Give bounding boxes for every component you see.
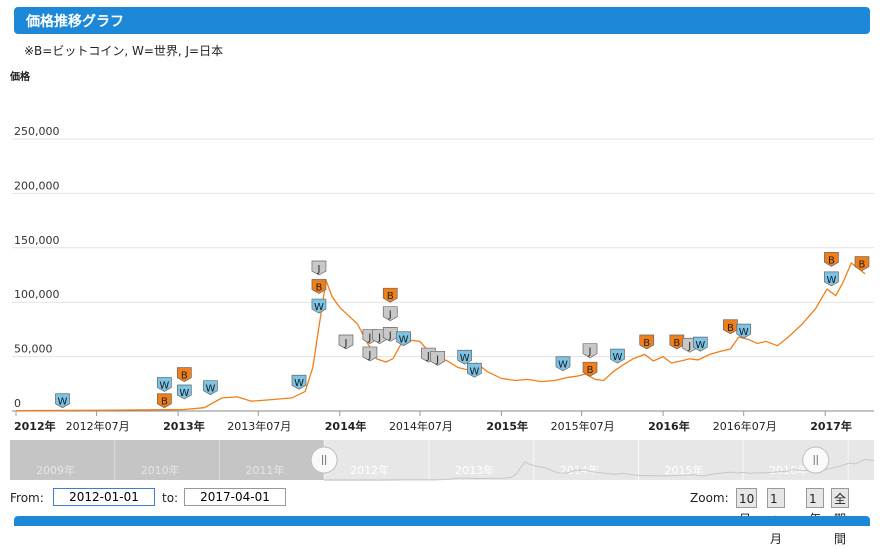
event-flag-label: J (435, 354, 439, 365)
event-flag-label: W (179, 388, 189, 399)
event-flag-label: B (859, 260, 866, 271)
event-flag-label: W (469, 366, 479, 377)
event-flag-label: B (161, 397, 168, 408)
event-flag-label: J (343, 338, 347, 349)
event-flag-label: B (181, 371, 188, 382)
from-label: From: (10, 491, 44, 505)
navigator-mask (10, 440, 325, 480)
event-flag-label: W (399, 335, 409, 346)
event-flag-label: W (314, 302, 324, 313)
event-flag-label: J (687, 341, 691, 352)
event-flag-label: J (377, 333, 381, 344)
x-tick-label: 2012年 (14, 419, 56, 433)
event-flag-label: W (695, 340, 705, 351)
event-flag-label: W (826, 275, 836, 286)
event-flag-label: B (828, 255, 835, 266)
x-tick-label: 2016年07月 (713, 419, 777, 433)
event-flag-label: B (316, 282, 323, 293)
x-tick-label: 2017年 (810, 419, 852, 433)
x-tick-label: 2013年 (163, 419, 205, 433)
zoom-10d-button[interactable]: 10日 (736, 488, 758, 526)
zoom-1m-button[interactable]: 1ヶ月 (767, 488, 785, 546)
event-flag-label: W (294, 378, 304, 389)
navigator-handle[interactable] (310, 446, 338, 474)
from-date-input[interactable] (53, 488, 155, 506)
y-tick-label: 50,000 (14, 343, 53, 356)
y-tick-label: 200,000 (14, 179, 60, 192)
x-tick-label: 2016年 (648, 419, 690, 433)
event-flag-label: J (316, 264, 320, 275)
x-tick-label: 2014年07月 (389, 419, 453, 433)
zoom-all-button[interactable]: 全期間 (831, 488, 850, 546)
to-date-input[interactable] (184, 488, 286, 506)
price-chart[interactable]: 0 50,000 100,000 150,000 200,000 250,000 2012年… (0, 0, 891, 523)
event-flag-label: B (673, 338, 680, 349)
event-flag-label: J (426, 351, 430, 362)
event-flag-label: B (727, 323, 734, 334)
next-panel-header (14, 516, 870, 526)
y-tick-label: 150,000 (14, 234, 60, 247)
event-flag-label: W (460, 353, 470, 364)
x-tick-label: 2014年 (325, 419, 367, 433)
event-flag-label: B (643, 338, 650, 349)
event-flag-label: J (388, 330, 392, 341)
y-tick-label: 0 (14, 397, 21, 410)
x-tick-label: 2013年07月 (227, 419, 291, 433)
navigator-year-label: 2017年 (874, 463, 891, 477)
event-flag-label: W (205, 384, 215, 395)
zoom-label: Zoom: (690, 491, 729, 505)
event-flag-label: W (613, 352, 623, 363)
y-tick-label: 250,000 (14, 125, 60, 138)
event-flag-label: J (367, 350, 371, 361)
y-tick-label: 100,000 (14, 288, 60, 301)
x-tick-label: 2015年 (486, 419, 528, 433)
event-flag-label: J (367, 333, 371, 344)
event-flag-label: B (587, 365, 594, 376)
price-line (15, 261, 866, 412)
event-flag-label: J (588, 347, 592, 358)
navigator-selection[interactable] (324, 440, 874, 480)
x-tick-label: 2012年07月 (66, 419, 130, 433)
event-flag-label: J (388, 310, 392, 321)
event-flag-label: W (558, 360, 568, 371)
navigator-handle[interactable] (802, 446, 830, 474)
event-flag-label: W (159, 380, 169, 391)
event-flag-label: W (58, 397, 68, 408)
x-tick-label: 2015年07月 (551, 419, 615, 433)
event-flag-label: B (387, 291, 394, 302)
to-label: to: (162, 491, 179, 505)
event-flag-label: W (739, 327, 749, 338)
zoom-1y-button[interactable]: 1年 (806, 488, 824, 526)
